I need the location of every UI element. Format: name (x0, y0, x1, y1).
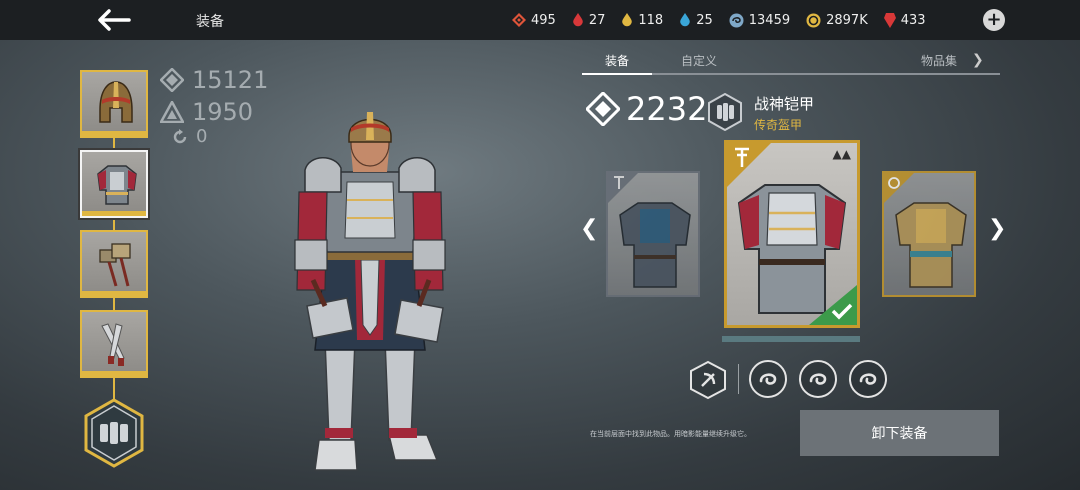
slot-level-bar (82, 371, 146, 376)
chevron-right-icon[interactable]: ❯ (972, 52, 984, 68)
gold-coin-icon (806, 13, 821, 27)
tier-icon: ▲▲ (832, 147, 851, 161)
currency-bar: 495 27 118 25 13459 2897K 433 (512, 0, 942, 40)
top-bar: 装备 495 27 118 25 13459 2897K 433 + (0, 0, 1080, 40)
enhancement-slot-3[interactable] (849, 360, 887, 398)
slot-hammers[interactable] (80, 230, 148, 298)
dagger-icon (101, 323, 125, 366)
slot-helmet[interactable] (80, 70, 148, 138)
currency-value: 25 (696, 12, 713, 28)
currency-gold-drop[interactable]: 118 (621, 13, 663, 28)
power-value: 15121 (192, 66, 269, 94)
enhancement-slot-1[interactable] (749, 360, 787, 398)
page-title: 装备 (196, 14, 224, 30)
chevron-right-icon[interactable]: ❯ (988, 216, 1006, 241)
swirl-slot-icon (809, 373, 827, 385)
armor-icon (97, 165, 137, 205)
item-card-previous[interactable] (606, 171, 700, 297)
item-name: 战神铠甲 (754, 95, 815, 113)
refresh-icon (173, 128, 187, 143)
blue-drop-icon (680, 13, 690, 27)
item-power: 2232 (586, 90, 707, 128)
unequip-button[interactable]: 卸下装备 (800, 410, 999, 456)
helmet-icon (99, 81, 133, 123)
tab-customize[interactable]: 自定义 (681, 52, 717, 69)
stat-power: 15121 (160, 66, 268, 94)
armor-icon (895, 202, 967, 288)
currency-value: 495 (531, 12, 556, 28)
defense-value: 1950 (192, 98, 254, 126)
currency-value: 433 (900, 12, 926, 28)
armor-icon (619, 202, 691, 288)
defense-icon (160, 101, 184, 123)
hero-character[interactable] (285, 110, 455, 485)
currency-ruby[interactable]: 433 (883, 12, 926, 28)
rebirth-value: 0 (196, 126, 208, 147)
swirl-slot-icon (859, 373, 877, 385)
item-card-next[interactable] (882, 171, 976, 297)
ruby-icon (883, 12, 896, 28)
currency-value: 27 (588, 12, 606, 28)
hammer-icon (99, 243, 131, 287)
equipped-check-icon (809, 285, 857, 325)
plus-circle-icon[interactable]: + (983, 9, 1005, 31)
back-button[interactable] (96, 7, 132, 33)
red-drop-icon (573, 13, 583, 27)
chevron-left-icon[interactable]: ❮ (580, 216, 598, 241)
gem-red-diamond-icon (512, 13, 526, 27)
armor-set-icon[interactable] (706, 93, 744, 131)
currency-blue-drop[interactable]: 25 (679, 13, 713, 28)
slot-armor[interactable] (80, 150, 148, 218)
currency-gems[interactable]: 495 (512, 13, 556, 28)
slot-level-bar (82, 211, 146, 216)
stat-defense: 1950 (160, 98, 253, 126)
upgrade-hint-text: 在当前层面中找到此物品。用暗影能量继续升级它。 (590, 430, 751, 438)
tab-underline (582, 73, 1000, 75)
divider (738, 364, 739, 394)
enhancement-slot-2[interactable] (799, 360, 837, 398)
currency-value: 118 (638, 12, 664, 28)
currency-value: 2897K (826, 12, 868, 28)
currency-swirl[interactable]: 13459 (729, 13, 790, 28)
gold-drop-icon (622, 13, 633, 27)
currency-value: 13459 (748, 12, 791, 28)
item-rarity: 传奇盔甲 (754, 118, 803, 132)
swirl-coin-icon (729, 13, 744, 27)
slot-level-bar (82, 131, 146, 136)
back-arrow-icon (98, 9, 131, 31)
slot-level-bar (82, 291, 146, 296)
swirl-slot-icon (759, 373, 777, 385)
stat-rebirth: 0 (172, 126, 207, 147)
tab-equipment[interactable]: 装备 (605, 52, 629, 69)
enchant-hex-icon[interactable] (688, 360, 728, 400)
item-power-value: 2232 (626, 90, 708, 128)
tab-item-sets[interactable]: 物品集 (921, 52, 957, 69)
currency-red-drop[interactable]: 27 (572, 12, 606, 28)
armor-set-hex-icon[interactable] (83, 398, 145, 468)
slot-daggers[interactable] (80, 310, 148, 378)
currency-gold-coin[interactable]: 2897K (806, 13, 868, 28)
power-icon (160, 68, 184, 92)
item-card-selected[interactable]: ▲▲ (724, 140, 860, 328)
upgrade-progress-bar (722, 336, 860, 342)
power-icon (586, 92, 620, 126)
